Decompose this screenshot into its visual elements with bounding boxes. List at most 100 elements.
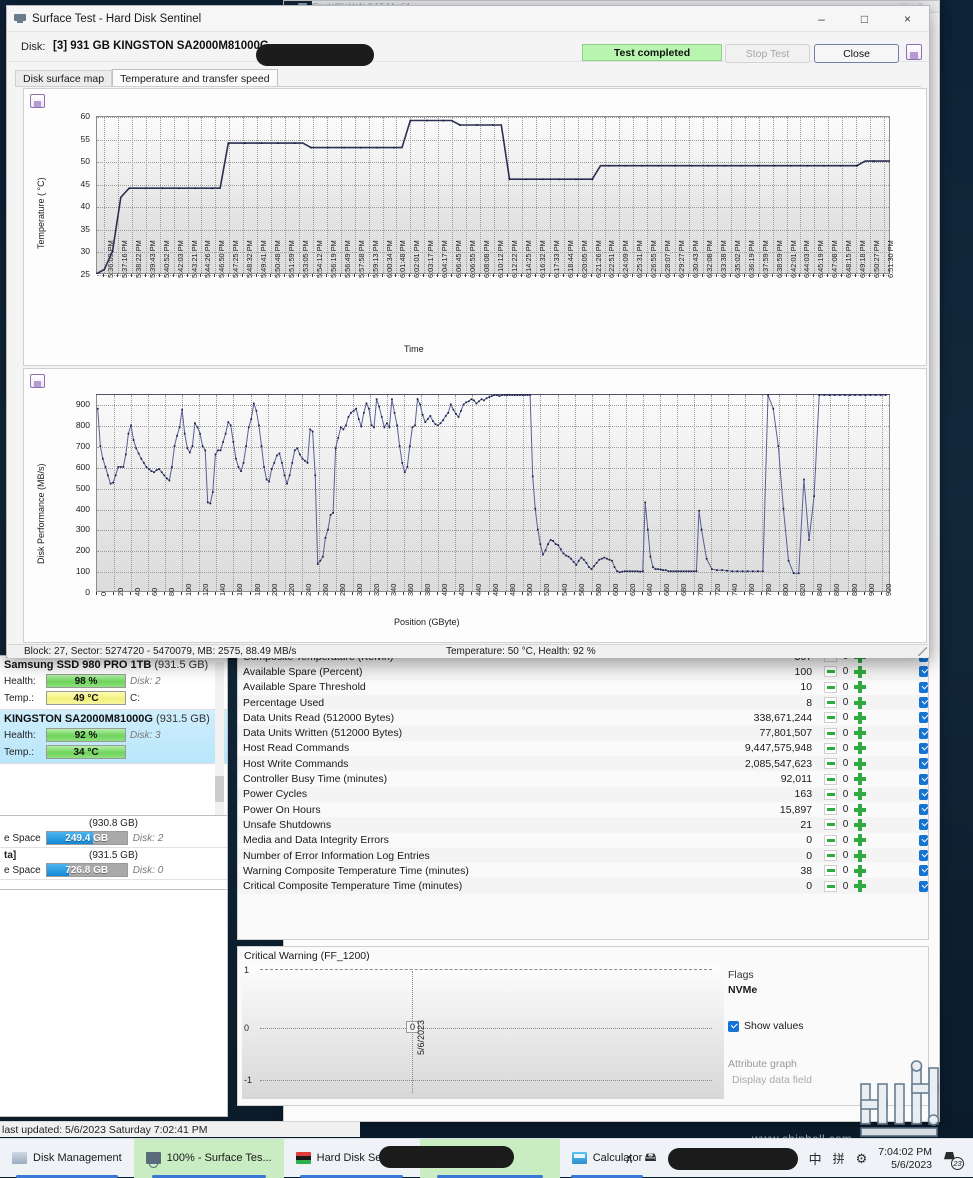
disk-card-samsung[interactable]: Samsung SSD 980 PRO 1TB (931.5 GB) Healt…	[0, 656, 227, 710]
resize-grip[interactable]	[918, 647, 927, 656]
increment-button[interactable]	[854, 681, 867, 694]
attribute-enabled-checkbox[interactable]	[919, 865, 928, 877]
attribute-enabled-checkbox[interactable]	[919, 666, 928, 678]
decrement-button[interactable]	[824, 666, 838, 678]
ime-language-icon[interactable]: 中	[809, 1149, 822, 1168]
save-performance-chart-icon[interactable]	[30, 374, 45, 388]
attribute-controls[interactable]: 0	[818, 742, 867, 755]
volume-row[interactable]: ta] (931.5 GB) e Space 726.8 GB Disk: 0	[0, 848, 227, 880]
attribute-enabled-checkbox[interactable]	[919, 712, 928, 724]
attribute-controls[interactable]: 0	[818, 864, 867, 877]
close-window-button[interactable]: ×	[886, 6, 929, 32]
tab-disk-surface-map[interactable]: Disk surface map	[15, 70, 113, 87]
usb-eject-icon[interactable]: 🖴	[644, 1148, 656, 1169]
save-icon[interactable]	[906, 44, 922, 60]
table-row[interactable]: Host Read Commands 9,447,575,948 0	[238, 740, 928, 757]
decrement-button[interactable]	[824, 712, 838, 724]
tray-clock[interactable]: 7:04:02 PM 5/6/2023	[878, 1146, 932, 1172]
smart-attribute-table[interactable]: Composite Temperature (Kelvin) 307 0 Availa…	[237, 655, 929, 940]
attribute-controls[interactable]: 0	[818, 788, 867, 801]
system-tray[interactable]: ∧ 🖴 中 拼 ⚙ 7:04:02 PM 5/6/2023 23	[625, 1139, 969, 1178]
increment-button[interactable]	[854, 880, 867, 893]
window-controls[interactable]: – □ ×	[800, 6, 929, 32]
attribute-controls[interactable]: 0	[818, 834, 867, 847]
attribute-controls[interactable]: 0	[818, 773, 867, 786]
attribute-enabled-checkbox[interactable]	[919, 758, 928, 770]
gear-icon[interactable]: ⚙	[856, 1151, 868, 1167]
increment-button[interactable]	[854, 742, 867, 755]
table-row[interactable]: Data Units Read (512000 Bytes) 338,671,24…	[238, 710, 928, 726]
table-row[interactable]: Data Units Written (512000 Bytes) 77,801,…	[238, 725, 928, 741]
taskbar-item-disk-management[interactable]: Disk Management	[0, 1139, 134, 1178]
decrement-button[interactable]	[824, 727, 838, 739]
increment-button[interactable]	[854, 834, 867, 847]
attribute-enabled-checkbox[interactable]	[919, 773, 928, 785]
attribute-enabled-checkbox[interactable]	[919, 880, 928, 892]
decrement-button[interactable]	[824, 773, 838, 785]
increment-button[interactable]	[854, 665, 867, 678]
show-values-toggle[interactable]: Show values	[728, 1020, 923, 1032]
attribute-enabled-checkbox[interactable]	[919, 834, 928, 846]
table-row[interactable]: Warning Composite Temperature Time (minu…	[238, 863, 928, 879]
tab-temperature-and-transfer-speed[interactable]: Temperature and transfer speed	[112, 69, 278, 87]
table-row[interactable]: Unsafe Shutdowns 21 0	[238, 817, 928, 833]
table-row[interactable]: Power On Hours 15,897 0	[238, 801, 928, 818]
show-hidden-icons-chevron-icon[interactable]: ∧	[625, 1152, 634, 1166]
increment-button[interactable]	[854, 696, 867, 709]
attribute-controls[interactable]: 0	[818, 681, 867, 694]
table-row[interactable]: Power Cycles 163 0	[238, 786, 928, 802]
attribute-controls[interactable]: 0	[818, 696, 867, 709]
attribute-graph[interactable]: 1 0 -1 0 5/6/2023	[242, 965, 724, 1099]
table-row[interactable]: Number of Error Information Log Entries 0…	[238, 847, 928, 864]
attribute-controls[interactable]: 0	[818, 727, 867, 740]
increment-button[interactable]	[854, 803, 867, 816]
attribute-controls[interactable]: 0	[818, 665, 867, 678]
stop-test-button[interactable]: Stop Test	[725, 44, 810, 63]
attribute-enabled-checkbox[interactable]	[919, 697, 928, 709]
maximize-button[interactable]: □	[843, 6, 886, 32]
decrement-button[interactable]	[824, 865, 838, 877]
table-row[interactable]: Available Spare (Percent) 100 0	[238, 664, 928, 680]
surface-test-window[interactable]: Surface Test - Hard Disk Sentinel – □ × …	[6, 5, 930, 658]
decrement-button[interactable]	[824, 850, 838, 861]
attribute-enabled-checkbox[interactable]	[919, 727, 928, 739]
attribute-controls[interactable]: 0	[818, 711, 867, 724]
decrement-button[interactable]	[824, 804, 838, 816]
ime-mode-icon[interactable]: 拼	[833, 1150, 845, 1167]
table-row[interactable]: Percentage Used 8 0	[238, 694, 928, 711]
attribute-controls[interactable]: 0	[818, 818, 867, 831]
increment-button[interactable]	[854, 757, 867, 770]
increment-button[interactable]	[854, 773, 867, 786]
decrement-button[interactable]	[824, 834, 838, 846]
decrement-button[interactable]	[824, 742, 838, 754]
increment-button[interactable]	[854, 849, 867, 862]
notification-center-icon[interactable]: 23	[943, 1149, 964, 1170]
decrement-button[interactable]	[824, 788, 838, 800]
decrement-button[interactable]	[824, 697, 838, 709]
decrement-button[interactable]	[824, 758, 838, 770]
table-row[interactable]: Controller Busy Time (minutes) 92,011 0	[238, 771, 928, 787]
attribute-enabled-checkbox[interactable]	[919, 681, 928, 693]
decrement-button[interactable]	[824, 880, 838, 892]
increment-button[interactable]	[854, 711, 867, 724]
increment-button[interactable]	[854, 727, 867, 740]
increment-button[interactable]	[854, 818, 867, 831]
decrement-button[interactable]	[824, 681, 838, 693]
taskbar-item-surface-test[interactable]: 100% - Surface Tes...	[133, 1138, 284, 1178]
attribute-enabled-checkbox[interactable]	[919, 819, 928, 831]
table-row[interactable]: Critical Composite Temperature Time (min…	[238, 878, 928, 894]
decrement-button[interactable]	[824, 819, 838, 831]
disk-list-scrollbar-thumb[interactable]	[215, 776, 224, 802]
table-row[interactable]: Media and Data Integrity Errors 0 0	[238, 832, 928, 848]
attribute-controls[interactable]: 0	[818, 803, 867, 816]
attribute-controls[interactable]: 0	[818, 849, 867, 862]
minimize-button[interactable]: –	[800, 6, 843, 32]
attribute-enabled-checkbox[interactable]	[919, 804, 928, 816]
table-row[interactable]: Available Spare Threshold 10 0	[238, 679, 928, 695]
checkbox-icon[interactable]	[728, 1020, 739, 1032]
increment-button[interactable]	[854, 864, 867, 877]
volume-row[interactable]: (930.8 GB) e Space 249.4 GB Disk: 2	[0, 816, 227, 848]
close-button[interactable]: Close	[814, 44, 899, 63]
taskbar[interactable]: Disk Management 100% - Surface Tes... Ha…	[0, 1138, 973, 1178]
attribute-controls[interactable]: 0	[818, 880, 867, 893]
